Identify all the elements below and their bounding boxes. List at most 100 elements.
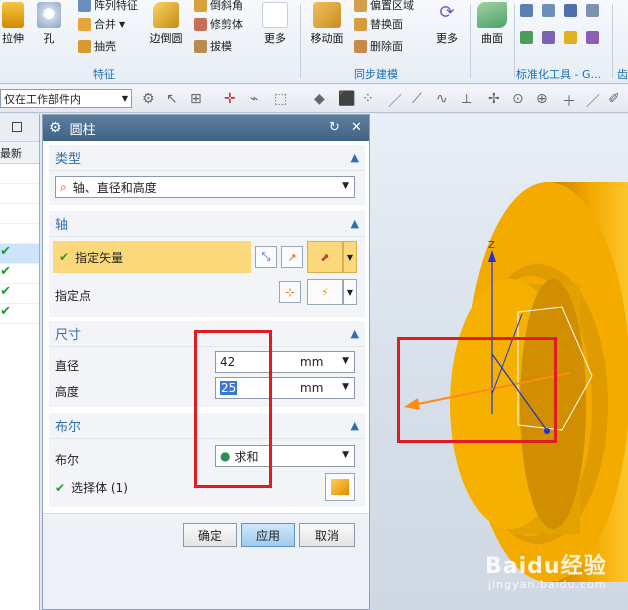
endpoint-icon[interactable]: ／ <box>586 91 600 111</box>
chevron-down-icon: ▼ <box>342 450 349 460</box>
vector-type-dropdown[interactable]: ▼ <box>343 241 357 273</box>
intersect-icon[interactable]: ⟂ <box>462 91 471 107</box>
group-label-standard: 标准化工具 - G... <box>516 68 601 81</box>
part-navigator: 最新 ✔ ✔ ✔ ✔ <box>0 114 40 610</box>
surface-icon <box>477 2 507 28</box>
midpoint-icon[interactable]: ✐ <box>608 91 620 107</box>
line-icon[interactable]: ／ <box>388 91 402 111</box>
tool-icon[interactable] <box>542 4 555 17</box>
tool-icon[interactable] <box>542 31 555 44</box>
chevron-up-icon[interactable]: ▲ <box>351 327 359 340</box>
check-icon: ✔ <box>55 480 66 495</box>
type-select[interactable]: ⌕ 轴、直径和高度 ▼ <box>55 176 355 198</box>
body-icon[interactable]: ⬛ <box>338 91 355 107</box>
gear-icon[interactable]: ⚙ <box>49 120 62 136</box>
list-item[interactable]: ✔ <box>0 304 39 324</box>
maximize-icon[interactable] <box>12 122 22 132</box>
more-features-button[interactable]: 更多 <box>258 2 292 46</box>
tool-icon[interactable] <box>586 31 599 44</box>
select-body-row[interactable]: ✔ 选择体 (1) <box>55 479 128 496</box>
tool-icon[interactable] <box>564 4 577 17</box>
reverse-direction-button[interactable]: ⤡ <box>255 246 277 268</box>
tangent-icon[interactable]: ✢ <box>488 91 500 107</box>
vector-type-select[interactable]: ⬈ <box>307 241 343 273</box>
annotation-box <box>194 330 272 488</box>
type-section: 类型 ▲ ⌕ 轴、直径和高度 ▼ <box>49 145 365 205</box>
dialog-title-bar[interactable]: ⚙ 圆柱 ↻ ✕ <box>43 115 369 141</box>
curve-icon[interactable]: ⟋ <box>412 91 422 107</box>
tool-icon[interactable] <box>520 4 533 17</box>
specify-vector-row[interactable]: ✔ 指定矢量 <box>53 241 251 273</box>
pattern-feature-button[interactable]: 阵列特征 <box>78 0 138 13</box>
select-icon[interactable]: ↖ <box>166 91 178 107</box>
more-icon <box>262 2 288 28</box>
more-sync-button[interactable]: ⟳ 更多 <box>430 2 464 46</box>
list-item[interactable]: ✔ <box>0 284 39 304</box>
close-icon[interactable]: ✕ <box>351 120 362 135</box>
edge-blend-button[interactable]: 边倒圆 <box>146 2 186 46</box>
select-body-button[interactable] <box>325 473 355 501</box>
ribbon-divider <box>300 4 301 78</box>
filter-icon[interactable]: ⚙ <box>142 91 155 107</box>
ribbon-divider <box>612 4 613 78</box>
annotation-box <box>397 337 557 443</box>
replace-face-button[interactable]: 替换面 <box>354 16 403 32</box>
group-label-right: 齿 <box>617 68 628 81</box>
move-face-button[interactable]: 移动面 <box>306 2 348 46</box>
list-item[interactable] <box>0 224 39 244</box>
chevron-down-icon: ▼ <box>342 356 349 366</box>
boolean-label: 布尔 <box>55 453 80 467</box>
selection-scope-select[interactable]: 仅在工作部件内 ▼ <box>0 89 132 108</box>
shell-button[interactable]: 抽壳 <box>78 38 116 54</box>
draft-icon <box>194 39 207 53</box>
hole-button[interactable]: 孔 <box>36 2 62 46</box>
type-section-header[interactable]: 类型 ▲ <box>49 145 365 171</box>
point-type-dropdown[interactable]: ▼ <box>343 279 357 305</box>
lasso-icon[interactable]: ⌁ <box>250 91 258 107</box>
box-select-icon[interactable]: ⬚ <box>274 91 287 107</box>
unite-button[interactable]: 合并 ▼ <box>78 16 125 32</box>
snap-icon[interactable]: ⊞ <box>190 91 202 107</box>
extrude-button[interactable]: 拉伸 <box>0 2 26 46</box>
apply-button[interactable]: 应用 <box>241 523 295 547</box>
axis-section-header[interactable]: 轴 ▲ <box>49 211 365 237</box>
chevron-down-icon: ▼ <box>346 287 354 297</box>
trim-body-button[interactable]: 修剪体 <box>194 16 243 32</box>
offset-region-icon <box>354 0 367 12</box>
check-icon: ✔ <box>0 244 11 259</box>
point-icon[interactable]: ＋ <box>562 91 576 111</box>
check-icon: ✔ <box>0 264 11 279</box>
face-icon[interactable]: ◆ <box>314 91 325 107</box>
tool-icon[interactable] <box>520 31 533 44</box>
reset-icon[interactable]: ↻ <box>329 120 340 135</box>
chevron-up-icon[interactable]: ▲ <box>351 419 359 432</box>
point-cloud-icon[interactable]: ⁘ <box>362 91 374 107</box>
draft-button[interactable]: 拔模 <box>194 38 232 54</box>
point-dialog-button[interactable]: ⊹ <box>279 281 301 303</box>
list-item[interactable] <box>0 204 39 224</box>
point-type-select[interactable]: ⚡ <box>307 279 343 305</box>
chevron-up-icon[interactable]: ▲ <box>351 151 359 164</box>
chamfer-button[interactable]: 倒斜角 <box>194 0 243 13</box>
cancel-button[interactable]: 取消 <box>299 523 355 547</box>
tool-icon[interactable] <box>564 31 577 44</box>
vector-dialog-button[interactable]: ↗ <box>281 246 303 268</box>
quadrant-icon[interactable]: ⊕ <box>536 91 548 107</box>
list-item[interactable] <box>0 164 39 184</box>
crosshair-icon[interactable]: ✛ <box>224 91 236 107</box>
chevron-up-icon[interactable]: ▲ <box>351 217 359 230</box>
spline-icon[interactable]: ∿ <box>436 91 448 107</box>
delete-face-button[interactable]: 删除面 <box>354 38 403 54</box>
surface-button[interactable]: 曲面 <box>474 2 510 46</box>
tool-icon[interactable] <box>586 4 599 17</box>
latest-column-header[interactable]: 最新 <box>0 142 39 164</box>
list-item[interactable] <box>0 184 39 204</box>
ok-button[interactable]: 确定 <box>183 523 237 547</box>
chevron-down-icon: ▼ <box>346 252 354 262</box>
center-point-icon[interactable]: ⊙ <box>512 91 524 107</box>
sync-refresh-icon: ⟳ <box>439 2 455 23</box>
list-item[interactable]: ✔ <box>0 264 39 284</box>
chevron-down-icon: ▼ <box>121 94 128 103</box>
offset-region-button[interactable]: 偏置区域 <box>354 0 414 13</box>
list-item[interactable]: ✔ <box>0 244 39 264</box>
